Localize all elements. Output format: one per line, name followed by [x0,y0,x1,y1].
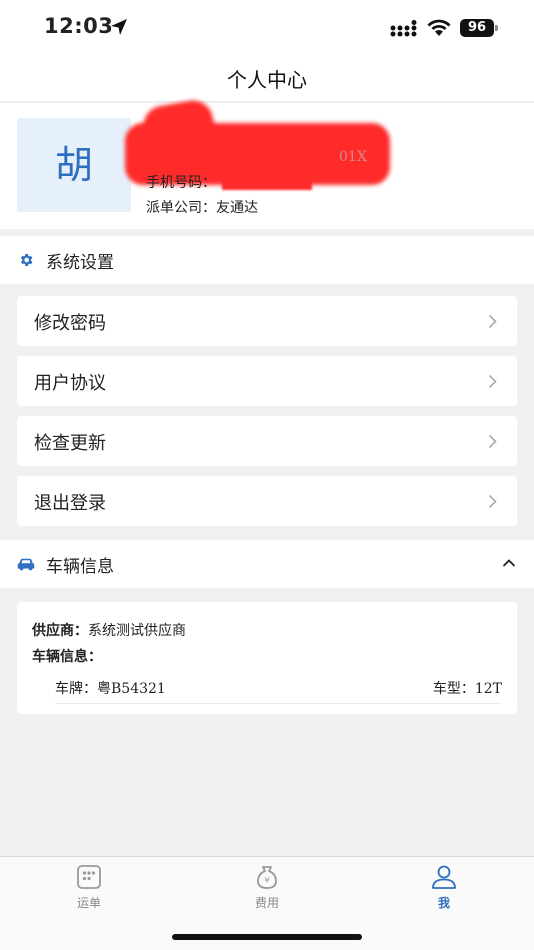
tab-fees[interactable]: ¥ 费用 [227,863,307,913]
check-update-button[interactable]: 检查更新 [17,416,517,466]
home-indicator [172,934,362,940]
plate-row: 车牌：粤B54321 [55,678,166,698]
chevron-right-icon [488,494,497,509]
chevron-right-icon [488,434,497,449]
money-bag-icon: ¥ [257,866,277,889]
tab-label: 我 [437,896,450,910]
user-agreement-button[interactable]: 用户协议 [17,356,517,406]
vehicle-section-label: 车辆信息 [46,557,114,577]
status-bar: 12:03 96 [0,0,534,56]
menu-item-label: 退出登录 [34,493,106,514]
chevron-up-icon[interactable] [502,558,516,568]
menu-item-label: 检查更新 [34,433,106,454]
wifi-icon [427,19,451,36]
settings-section-label: 系统设置 [46,253,114,273]
car-icon [17,558,35,571]
name-tail: 01X [339,149,367,165]
cellular-signal-icon [390,20,417,37]
gear-icon [20,254,33,266]
profile-card: 胡 01X 手机号码： 派单公司：友通达 [0,97,534,229]
svg-text:¥: ¥ [264,876,269,885]
tab-label: 运单 [76,896,101,910]
status-time: 12:03 [44,14,114,38]
vehicle-section-header[interactable]: 车辆信息 [0,540,534,588]
settings-section-header: 系统设置 [0,236,534,284]
redacted-phone [222,176,312,190]
vehicle-card: 供应商：系统测试供应商 车辆信息： 车牌：粤B54321 车型：12T [17,602,517,714]
vehicle-type-row: 车型：12T [433,678,502,698]
company-row: 派单公司：友通达 [146,197,258,217]
waybill-icon [77,865,101,889]
phone-label: 手机号码： [146,175,216,191]
change-password-button[interactable]: 修改密码 [17,296,517,346]
battery-level: 96 [460,19,494,37]
supplier-label: 供应商： [32,623,88,639]
vehicle-type-label: 车型： [432,681,475,697]
location-arrow-icon [111,19,127,35]
company-value: 友通达 [216,200,258,216]
menu-item-label: 修改密码 [34,313,106,334]
plate-value: 粤B54321 [97,681,166,697]
avatar: 胡 [17,118,131,212]
vehicle-type-value: 12T [474,681,502,697]
chevron-right-icon [488,314,497,329]
nav-bar: 个人中心 [0,56,534,102]
user-icon [432,865,456,889]
tab-me[interactable]: 我 [404,863,484,913]
page-title: 个人中心 [227,68,307,92]
menu-item-label: 用户协议 [34,373,106,394]
tab-label: 费用 [254,896,279,910]
company-label: 派单公司： [146,200,216,216]
plate-label: 车牌： [55,681,97,697]
tab-waybill[interactable]: 运单 [49,863,129,913]
chevron-right-icon [488,374,497,389]
supplier-row: 供应商：系统测试供应商 [32,620,186,640]
battery-indicator: 96 [460,19,498,37]
logout-button[interactable]: 退出登录 [17,476,517,526]
phone-row: 手机号码： [146,172,312,192]
divider [55,703,502,704]
supplier-value: 系统测试供应商 [88,623,186,639]
vehicle-info-label: 车辆信息： [32,649,102,665]
